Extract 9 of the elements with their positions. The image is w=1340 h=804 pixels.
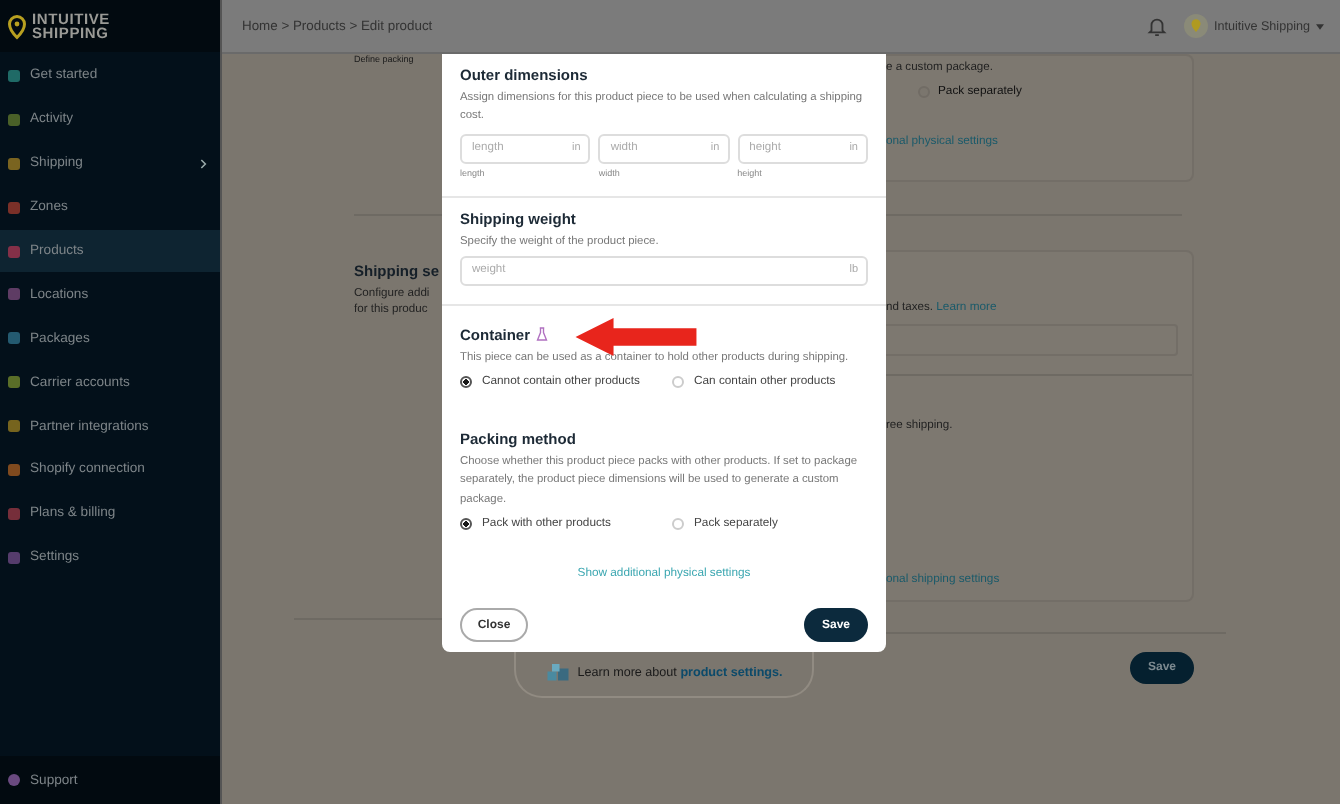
caret-icon bbox=[1316, 23, 1324, 29]
pin-icon bbox=[1184, 14, 1209, 38]
input-field[interactable] bbox=[886, 323, 1178, 355]
flask-icon bbox=[536, 326, 549, 343]
chevron-icon bbox=[200, 157, 208, 170]
boxes-icon bbox=[545, 664, 570, 683]
help-icon bbox=[8, 774, 20, 786]
bell-icon[interactable] bbox=[1146, 14, 1169, 38]
pin-icon bbox=[8, 13, 26, 39]
